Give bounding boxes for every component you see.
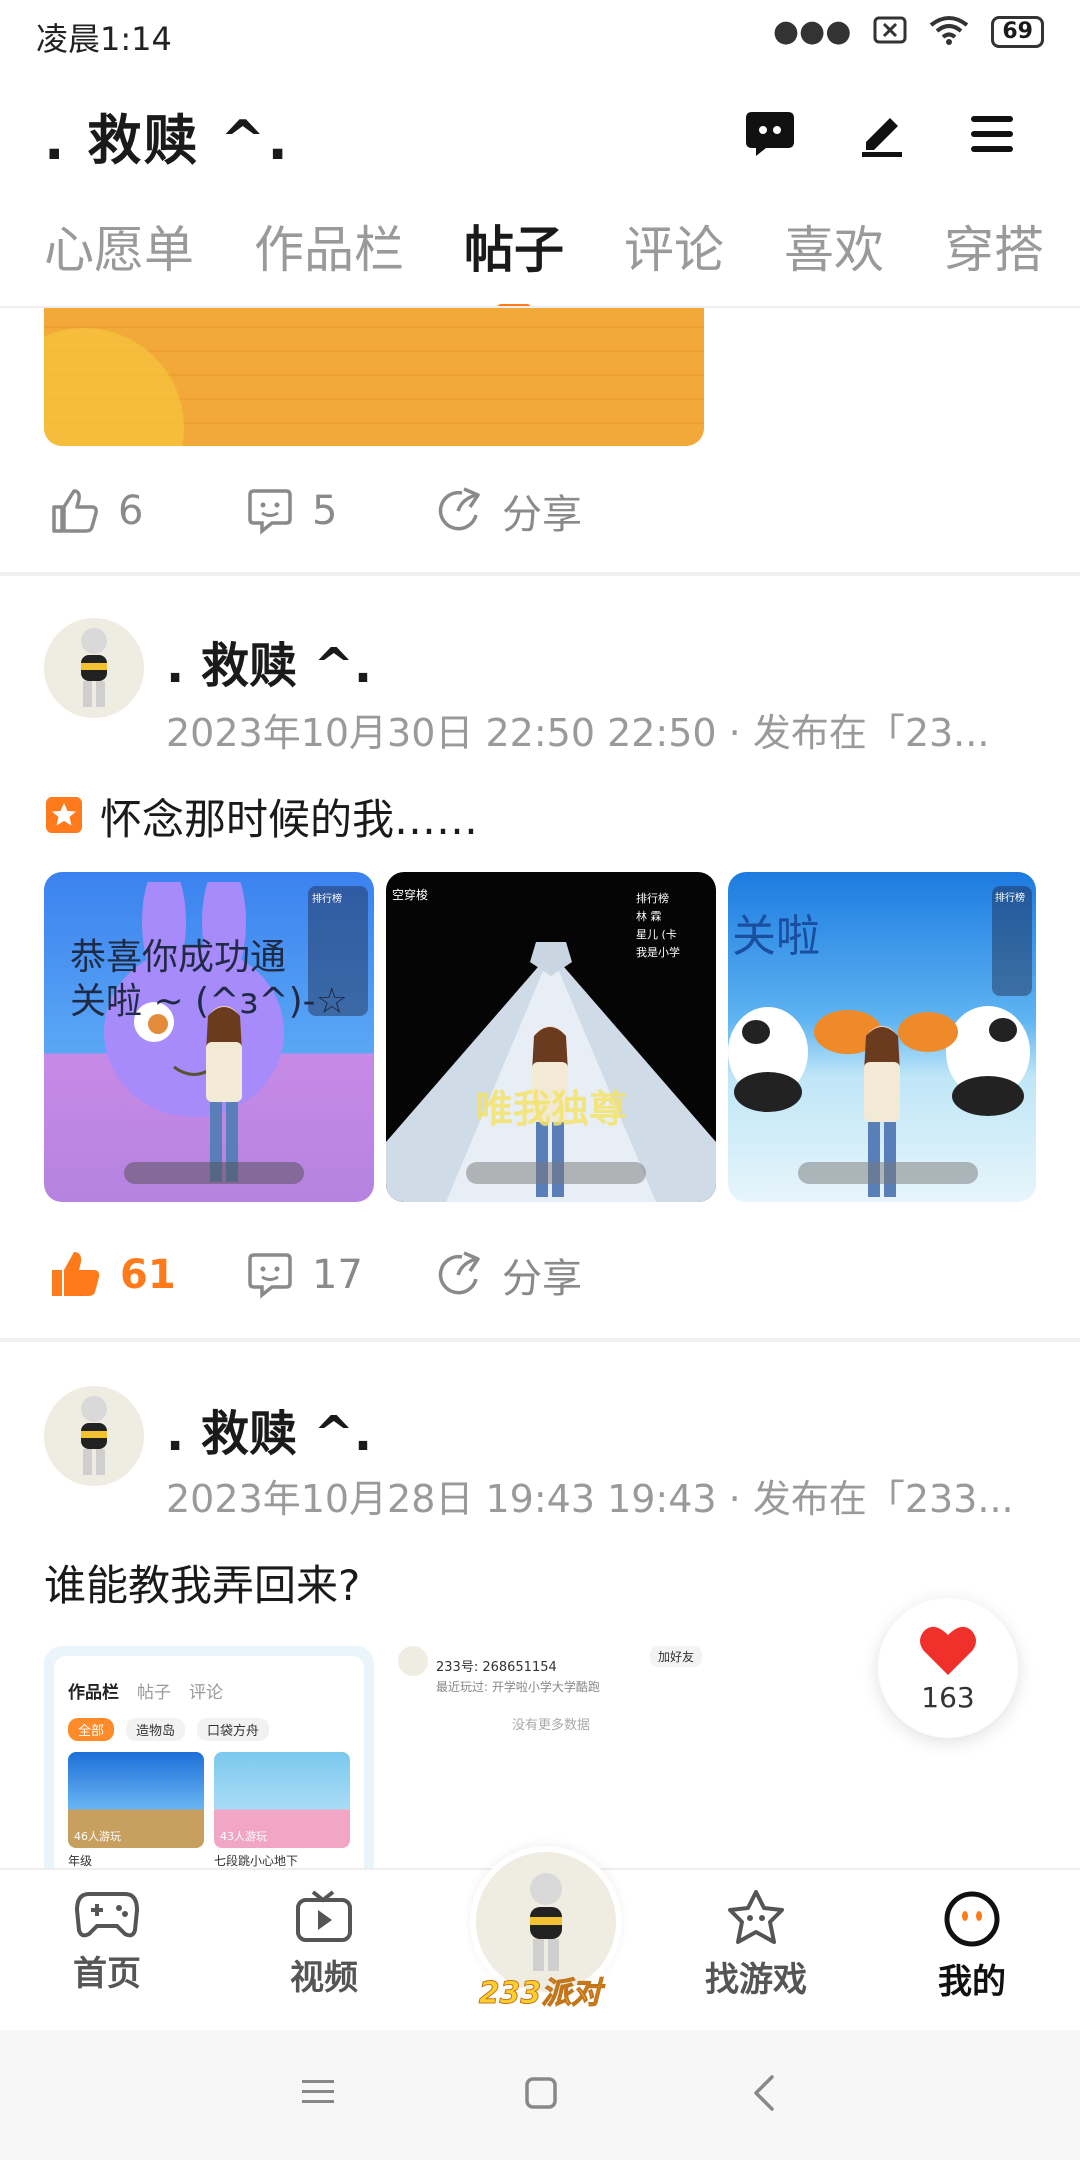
- share-icon: [438, 487, 480, 531]
- share-label: 分享: [502, 1256, 582, 1302]
- like-count: 6: [118, 488, 144, 534]
- post-actions: 61 17 分享: [50, 1246, 750, 1304]
- shot-id-line: 233号: 268651154: [436, 1660, 557, 1675]
- nav-label: 我的: [938, 1962, 1006, 2002]
- like-button[interactable]: 6: [50, 487, 246, 535]
- post-image[interactable]: 作品栏 帖子 评论 全部 造物岛 口袋方舟 46人游玩 年级 43人游玩 七段跳…: [44, 1646, 374, 1868]
- post-text: 谁能教我弄回来?: [44, 1561, 361, 1610]
- floating-like-count: 163: [921, 1680, 975, 1714]
- shot-card-name: 七段跳小心地下: [214, 1854, 299, 1868]
- post-text: 怀念那时候的我……: [100, 795, 479, 844]
- floating-like-button[interactable]: 163: [878, 1598, 1018, 1738]
- post-actions: 6 5 分享: [50, 482, 750, 540]
- shot-empty-text: 没有更多数据: [511, 1718, 590, 1733]
- profile-face-icon: [944, 1891, 1000, 1947]
- recent-apps-icon[interactable]: [300, 2076, 336, 2112]
- nav-label: 视频: [290, 1958, 358, 1998]
- shot-recent: 最近玩过: 开学啦小学大学酷跑: [436, 1680, 600, 1694]
- tab-posts[interactable]: 帖子: [464, 210, 564, 282]
- shot-card-count: 46人游玩: [74, 1830, 121, 1843]
- post-image[interactable]: 关啦 排行榜: [728, 872, 1036, 1202]
- post-meta: 2023年10月30日 22:50 22:50 · 发布在「23...: [166, 711, 990, 755]
- post-image[interactable]: 唯我独尊 空穿梭 排行榜 林 霖 星儿 (卡 我是小学: [386, 872, 716, 1202]
- profile-title: . 救赎 ^.: [44, 109, 290, 172]
- message-icon[interactable]: [740, 104, 800, 164]
- comment-icon: [248, 489, 292, 535]
- shot-chip: 口袋方舟: [197, 1718, 270, 1741]
- post-image[interactable]: 233号: 268651154 最近玩过: 开学啦小学大学酷跑 加好友 没有更多…: [386, 1646, 716, 1868]
- menu-icon[interactable]: [962, 104, 1022, 164]
- avatar[interactable]: [44, 1386, 144, 1486]
- like-button[interactable]: 61: [50, 1250, 246, 1300]
- comment-count: 17: [312, 1252, 363, 1298]
- shot-card-name: 年级: [68, 1854, 93, 1868]
- nav-label: 首页: [73, 1954, 141, 1994]
- more-dots-icon: ●●●: [772, 14, 852, 49]
- heart-icon: [920, 1626, 976, 1675]
- comment-button[interactable]: 17: [246, 1251, 436, 1299]
- post-image-partial[interactable]: [44, 308, 704, 446]
- post-text-row: 怀念那时候的我……: [44, 786, 478, 847]
- image-caption: 恭喜你成功通 关啦 ~ (^з^)-☆: [70, 937, 348, 1022]
- image-corner-text: 空穿梭: [392, 888, 429, 902]
- shot-card-count: 43人游玩: [220, 1830, 267, 1843]
- battery-indicator: 69: [991, 15, 1044, 48]
- tab-likes[interactable]: 喜欢: [784, 210, 884, 282]
- tab-wishlist[interactable]: 心愿单: [44, 210, 194, 282]
- nav-party-label[interactable]: 233派对: [470, 1968, 610, 2012]
- wifi-icon: [929, 15, 969, 49]
- leaderboard: 排行榜: [308, 886, 368, 1016]
- edit-icon[interactable]: [852, 104, 912, 164]
- shot-tab: 帖子: [137, 1683, 171, 1703]
- shot-tab: 评论: [189, 1683, 223, 1703]
- thumbs-up-filled-icon: [52, 1252, 100, 1296]
- share-icon: [438, 1251, 480, 1295]
- post-author[interactable]: . 救赎 ^.: [166, 626, 372, 696]
- status-time: 凌晨1:14: [36, 20, 172, 58]
- comment-button[interactable]: 5: [246, 487, 436, 535]
- comment-count: 5: [312, 488, 338, 534]
- profile-tabs: 心愿单 作品栏 帖子 评论 喜欢 穿搭: [44, 210, 1044, 282]
- image-caption: 关啦: [732, 911, 820, 962]
- post-meta: 2023年10月28日 19:43 19:43 · 发布在「233...: [166, 1477, 1014, 1521]
- shot-tab: 作品栏: [68, 1683, 119, 1703]
- nav-label: 找游戏: [705, 1960, 807, 2000]
- share-button[interactable]: 分享: [436, 1246, 582, 1304]
- share-label: 分享: [502, 492, 582, 538]
- star-controller-icon: [728, 1890, 784, 1944]
- shot-add-friend: 加好友: [650, 1646, 703, 1667]
- nav-mine[interactable]: 我的: [897, 1890, 1047, 2003]
- home-square-icon[interactable]: [524, 2076, 558, 2114]
- status-icons: ●●● 69: [773, 14, 1044, 49]
- thumbs-up-icon: [52, 489, 98, 533]
- nav-home[interactable]: 首页: [32, 1890, 182, 1995]
- post-separator: [0, 572, 1080, 576]
- post-author[interactable]: . 救赎 ^.: [166, 1394, 372, 1464]
- share-button[interactable]: 分享: [436, 482, 582, 540]
- sim-off-icon: [873, 16, 907, 48]
- tab-outfits[interactable]: 穿搭: [944, 210, 1044, 282]
- image-label: 唯我独尊: [474, 1087, 627, 1131]
- leaderboard: 排行榜 林 霖 星儿 (卡 我是小学: [636, 892, 680, 959]
- tab-works[interactable]: 作品栏: [254, 210, 404, 282]
- comment-icon: [248, 1253, 292, 1299]
- post-image[interactable]: 恭喜你成功通 关啦 ~ (^з^)-☆ 排行榜: [44, 872, 374, 1202]
- avatar[interactable]: [44, 618, 144, 718]
- gamepad-icon: [75, 1892, 139, 1938]
- nav-find-games[interactable]: 找游戏: [681, 1890, 831, 2001]
- tab-comments[interactable]: 评论: [624, 210, 724, 282]
- back-icon[interactable]: [752, 2074, 776, 2116]
- tv-play-icon: [296, 1890, 352, 1942]
- leaderboard: 排行榜: [992, 886, 1032, 996]
- like-count: 61: [120, 1252, 176, 1298]
- featured-badge-icon: [44, 795, 84, 839]
- nav-video[interactable]: 视频: [249, 1890, 399, 1999]
- shot-chip: 全部: [68, 1718, 115, 1741]
- post-separator: [0, 1338, 1080, 1342]
- shot-chip: 造物岛: [126, 1718, 186, 1741]
